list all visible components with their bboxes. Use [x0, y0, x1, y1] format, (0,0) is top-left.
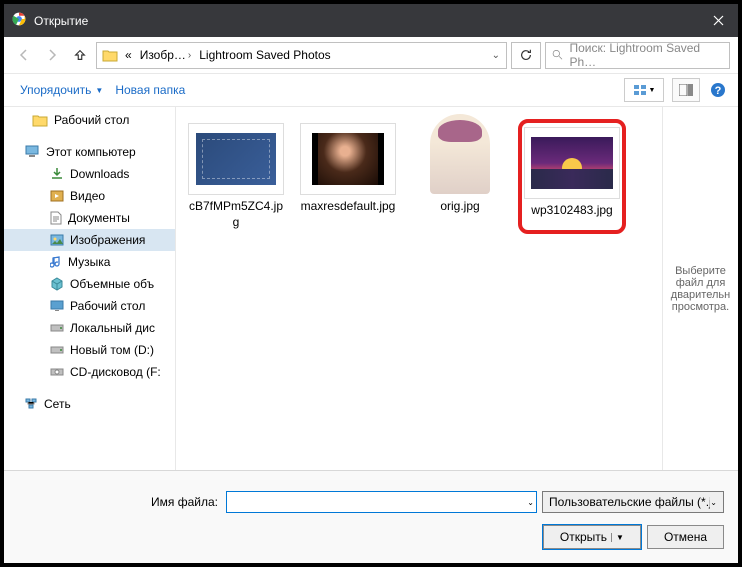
chevron-right-icon: › — [188, 50, 191, 61]
music-icon — [50, 255, 62, 269]
file-thumbnail — [412, 123, 508, 195]
file-thumbnail — [188, 123, 284, 195]
search-placeholder: Поиск: Lightroom Saved Ph… — [569, 41, 723, 69]
chevron-down-icon: ▼ — [95, 86, 103, 95]
tree-item-downloads[interactable]: Downloads — [4, 163, 175, 185]
folder-icon — [99, 44, 121, 66]
file-item[interactable]: cB7fMPm5ZC4.jpg — [182, 119, 290, 234]
download-icon — [50, 167, 64, 181]
file-thumbnail — [524, 127, 620, 199]
tree-item-pictures[interactable]: Изображения — [4, 229, 175, 251]
svg-text:?: ? — [715, 85, 722, 97]
up-button[interactable] — [68, 43, 92, 67]
file-item[interactable]: maxresdefault.jpg — [294, 119, 402, 234]
file-label: maxresdefault.jpg — [301, 199, 396, 215]
file-label: cB7fMPm5ZC4.jpg — [186, 199, 286, 230]
tree-item-cd-drive[interactable]: CD-дисковод (F: — [4, 361, 175, 383]
refresh-button[interactable] — [511, 42, 541, 69]
cube-icon — [50, 277, 64, 291]
tree-item-desktop[interactable]: Рабочий стол — [4, 109, 175, 131]
forward-button[interactable] — [40, 43, 64, 67]
cancel-button[interactable]: Отмена — [647, 525, 724, 549]
search-input[interactable]: Поиск: Lightroom Saved Ph… — [545, 42, 730, 69]
back-button[interactable] — [12, 43, 36, 67]
thumbnails-icon — [633, 84, 647, 96]
breadcrumb-dropdown[interactable]: ⌄ — [486, 50, 506, 61]
file-type-dropdown[interactable]: Пользовательские файлы (*.jf ⌄ — [542, 491, 724, 513]
organize-button[interactable]: Упорядочить▼ — [14, 79, 109, 101]
tree-item-new-volume[interactable]: Новый том (D:) — [4, 339, 175, 361]
toolbar: Упорядочить▼ Новая папка ▼ ? — [4, 73, 738, 107]
tree-item-music[interactable]: Музыка — [4, 251, 175, 273]
tree-item-network[interactable]: Сеть — [4, 393, 175, 415]
computer-icon — [24, 145, 40, 159]
breadcrumb-item-current[interactable]: Lightroom Saved Photos — [195, 43, 334, 68]
button-row: Открыть ▼ Отмена — [18, 521, 724, 549]
preview-pane-button[interactable] — [672, 78, 700, 102]
tree-item-3d-objects[interactable]: Объемные объ — [4, 273, 175, 295]
new-folder-button[interactable]: Новая папка — [109, 79, 191, 101]
network-icon — [24, 398, 38, 410]
chrome-icon — [12, 12, 26, 29]
breadcrumb-item-pictures[interactable]: Изобр…› — [136, 43, 196, 68]
help-button[interactable]: ? — [708, 82, 728, 98]
file-list[interactable]: cB7fMPm5ZC4.jpg maxresdefault.jpg orig.j… — [176, 107, 662, 470]
titlebar: Открытие — [4, 4, 738, 37]
folder-icon — [32, 113, 48, 127]
chevron-down-icon: ⌄ — [710, 498, 717, 507]
breadcrumb-prefix[interactable]: « — [121, 43, 136, 68]
file-item[interactable]: orig.jpg — [406, 119, 514, 234]
file-item-highlighted[interactable]: wp3102483.jpg — [518, 119, 626, 234]
disk-icon — [50, 323, 64, 333]
preview-placeholder: Выберите файл для дварительн просмотра. — [667, 265, 734, 313]
filename-row: Имя файла: ⌄ Пользовательские файлы (*.j… — [18, 491, 724, 513]
file-label: orig.jpg — [440, 199, 479, 215]
desktop-icon — [50, 300, 64, 312]
cd-drive-icon — [50, 367, 64, 377]
dialog-footer: Имя файла: ⌄ Пользовательские файлы (*.j… — [4, 470, 738, 563]
close-button[interactable] — [698, 4, 738, 37]
folder-tree[interactable]: Рабочий стол Этот компьютер Downloads Ви… — [4, 107, 176, 470]
filename-label: Имя файла: — [18, 495, 218, 509]
tree-item-local-disk[interactable]: Локальный дис — [4, 317, 175, 339]
breadcrumb[interactable]: « Изобр…› Lightroom Saved Photos ⌄ — [96, 42, 507, 69]
search-icon — [552, 49, 563, 61]
video-icon — [50, 190, 64, 202]
file-label: wp3102483.jpg — [531, 203, 612, 219]
preview-pane: Выберите файл для дварительн просмотра. — [662, 107, 738, 470]
disk-icon — [50, 345, 64, 355]
open-dialog-window: Открытие « Изобр…› Lightroom Saved Photo… — [4, 4, 738, 563]
chevron-down-icon[interactable]: ⌄ — [527, 498, 534, 507]
open-button[interactable]: Открыть ▼ — [543, 525, 641, 549]
chevron-prefix: « — [125, 48, 132, 62]
view-mode-button[interactable]: ▼ — [624, 78, 664, 102]
address-bar: « Изобр…› Lightroom Saved Photos ⌄ Поиск… — [4, 37, 738, 73]
chevron-down-icon: ▼ — [649, 87, 656, 94]
picture-icon — [50, 234, 64, 246]
dialog-title: Открытие — [34, 14, 698, 28]
tree-item-documents[interactable]: Документы — [4, 207, 175, 229]
main-area: Рабочий стол Этот компьютер Downloads Ви… — [4, 107, 738, 470]
document-icon — [50, 211, 62, 225]
file-thumbnail — [300, 123, 396, 195]
open-dropdown[interactable]: ▼ — [611, 533, 624, 542]
tree-item-desktop2[interactable]: Рабочий стол — [4, 295, 175, 317]
content-area: cB7fMPm5ZC4.jpg maxresdefault.jpg orig.j… — [176, 107, 738, 470]
tree-item-video[interactable]: Видео — [4, 185, 175, 207]
filename-input[interactable] — [226, 491, 537, 513]
tree-item-this-pc[interactable]: Этот компьютер — [4, 141, 175, 163]
